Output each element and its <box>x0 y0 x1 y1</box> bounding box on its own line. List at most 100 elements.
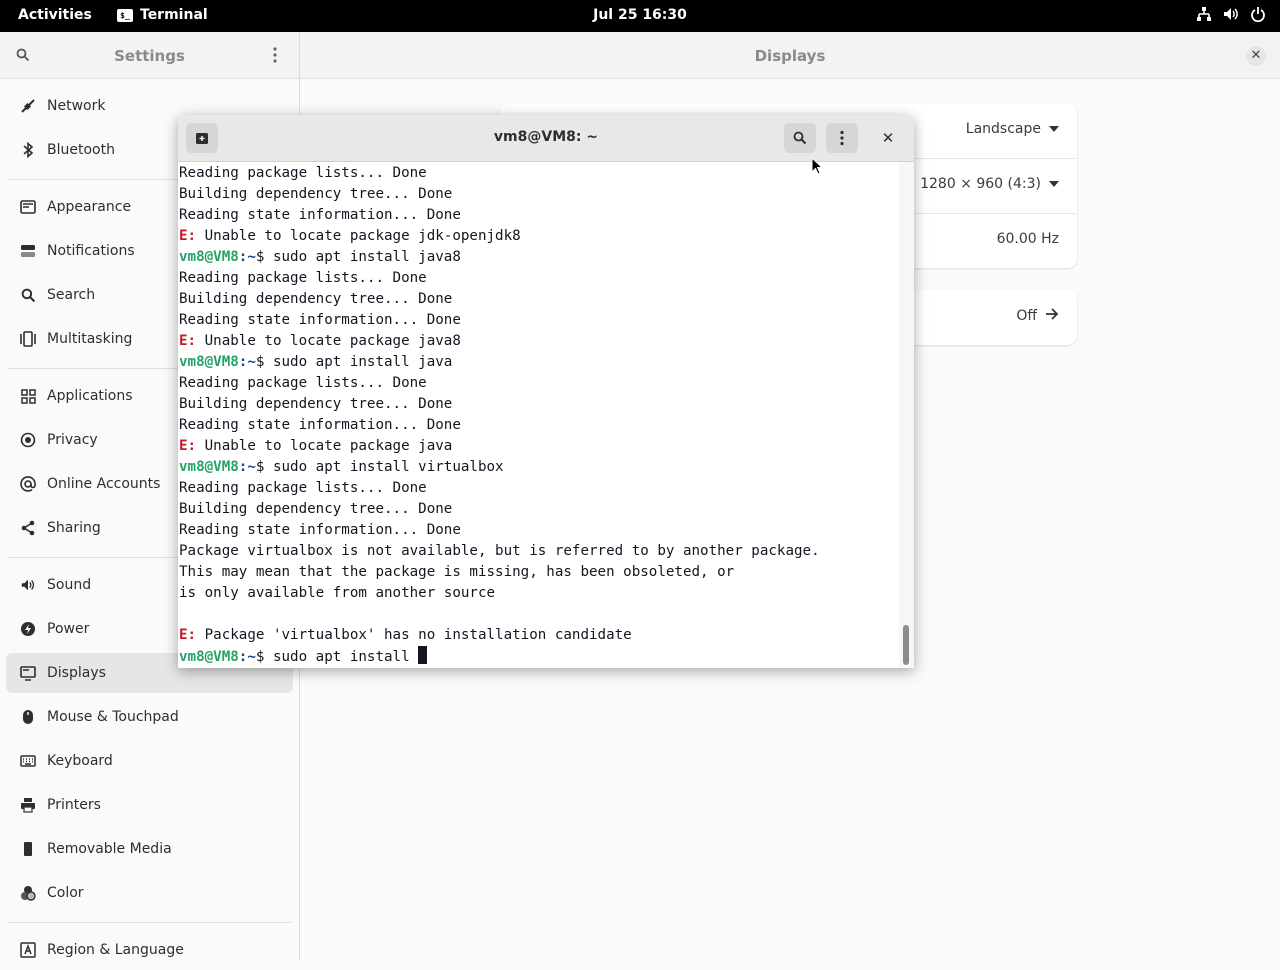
prompt-user: vm8@VM8 <box>179 459 239 475</box>
privacy-icon <box>19 431 37 449</box>
sidebar-item-printer[interactable]: Printers <box>6 785 293 825</box>
clock[interactable]: Jul 25 16:30 <box>593 7 687 23</box>
keyboard-icon <box>19 752 37 770</box>
terminal-line: Reading package lists... Done <box>179 270 427 286</box>
resolution-value: 1280 × 960 (4:3) <box>920 176 1041 192</box>
top-bar: Activities $_ Terminal Jul 25 16:30 <box>0 0 1280 32</box>
terminal-line: Reading state information... Done <box>179 417 461 433</box>
displays-header: Displays ✕ <box>300 32 1280 79</box>
terminal-line: vm8@VM8:~$ sudo apt install java8 <box>179 247 461 268</box>
text-cursor <box>418 646 428 664</box>
terminal-line: Building dependency tree... Done <box>179 501 453 517</box>
sidebar-item-keyboard[interactable]: Keyboard <box>6 741 293 781</box>
terminal-line: E: Unable to locate package java8 <box>179 331 461 352</box>
color-icon <box>19 884 37 902</box>
kebab-menu-icon <box>840 130 844 146</box>
error-prefix: E: <box>179 627 197 643</box>
terminal-menu-button[interactable] <box>826 123 858 153</box>
app-menu[interactable]: $_ Terminal <box>117 7 208 23</box>
sidebar-item-label: Region & Language <box>47 942 184 958</box>
terminal-search-button[interactable] <box>784 123 816 153</box>
sidebar-item-label: Applications <box>47 388 133 404</box>
refresh-rate-value: 60.00 Hz <box>996 231 1059 247</box>
error-prefix: E: <box>179 333 197 349</box>
sidebar-item-label: Sharing <box>47 520 101 536</box>
prompt-path: :~ <box>238 459 256 475</box>
error-text: Unable to locate package java <box>196 438 453 454</box>
command-text: $ sudo apt install <box>255 649 419 665</box>
sidebar-item-label: Printers <box>47 797 101 813</box>
system-tray[interactable] <box>1196 6 1266 22</box>
error-text: Unable to locate package jdk-openjdk8 <box>196 228 521 244</box>
terminal-line: vm8@VM8:~$ sudo apt install virtualbox <box>179 457 504 478</box>
sidebar-item-label: Power <box>47 621 90 637</box>
sidebar-item-region-language[interactable]: Region & Language <box>6 930 293 970</box>
orientation-value: Landscape <box>965 121 1041 137</box>
arrow-right-icon <box>1045 308 1059 324</box>
sidebar-item-label: Color <box>47 885 84 901</box>
terminal-line: is only available from another source <box>179 585 496 601</box>
terminal-line: Package virtualbox is not available, but… <box>179 543 820 559</box>
settings-title: Settings <box>114 47 185 65</box>
search-icon <box>19 286 37 304</box>
sidebar-item-label: Appearance <box>47 199 132 215</box>
close-icon[interactable]: ✕ <box>878 128 898 148</box>
removable-media-icon <box>19 840 37 858</box>
activities-button[interactable]: Activities <box>18 7 92 23</box>
prompt-user: vm8@VM8 <box>179 354 239 370</box>
dropdown-arrow-icon <box>1049 181 1059 187</box>
command-text: $ sudo apt install java <box>255 354 453 370</box>
bluetooth-icon <box>19 141 37 159</box>
sidebar-item-label: Mouse & Touchpad <box>47 709 179 725</box>
app-menu-label: Terminal <box>140 7 208 23</box>
panel-title: Displays <box>754 47 826 65</box>
terminal-line: Reading state information... Done <box>179 207 461 223</box>
scrollbar-thumb[interactable] <box>903 625 909 665</box>
prompt-user: vm8@VM8 <box>179 649 239 665</box>
terminal-line: vm8@VM8:~$ sudo apt install <box>179 646 428 667</box>
mouse-icon <box>19 708 37 726</box>
kebab-menu-icon[interactable] <box>271 46 279 68</box>
sidebar-item-label: Displays <box>47 665 106 681</box>
appearance-icon <box>19 198 37 216</box>
dropdown-arrow-icon <box>1049 126 1059 132</box>
sidebar-item-label: Notifications <box>47 243 135 259</box>
sidebar-item-label: Sound <box>47 577 92 593</box>
terminal-line: Building dependency tree... Done <box>179 396 453 412</box>
volume-icon <box>1222 6 1240 22</box>
power-menu-icon <box>1250 6 1266 22</box>
terminal-output[interactable]: Reading package lists... Done Building de… <box>179 163 899 668</box>
terminal-line: Reading package lists... Done <box>179 375 427 391</box>
sidebar-item-label: Multitasking <box>47 331 133 347</box>
terminal-line: Reading state information... Done <box>179 522 461 538</box>
command-text: $ sudo apt install virtualbox <box>255 459 504 475</box>
sidebar-item-label: Removable Media <box>47 841 172 857</box>
sidebar-item-label: Online Accounts <box>47 476 161 492</box>
sidebar-item-mouse[interactable]: Mouse & Touchpad <box>6 697 293 737</box>
sidebar-item-label: Bluetooth <box>47 142 115 158</box>
sound-icon <box>19 576 37 594</box>
close-icon[interactable]: ✕ <box>1246 46 1266 66</box>
terminal-line: E: Unable to locate package jdk-openjdk8 <box>179 226 521 247</box>
prompt-path: :~ <box>238 649 256 665</box>
printer-icon <box>19 796 37 814</box>
terminal-app-icon: $_ <box>117 8 133 22</box>
search-icon <box>793 131 807 145</box>
online-accounts-icon <box>19 475 37 493</box>
sidebar-item-color[interactable]: Color <box>6 873 293 913</box>
prompt-path: :~ <box>238 249 256 265</box>
notifications-icon <box>19 242 37 260</box>
region-language-icon <box>19 941 37 959</box>
scrollbar-track[interactable] <box>899 162 914 668</box>
prompt-user: vm8@VM8 <box>179 249 239 265</box>
terminal-line: vm8@VM8:~$ sudo apt install java <box>179 352 452 373</box>
sidebar-item-removable-media[interactable]: Removable Media <box>6 829 293 869</box>
sidebar-separator <box>8 922 291 923</box>
terminal-titlebar[interactable]: vm8@VM8: ~ ✕ <box>178 115 914 162</box>
settings-header: Settings <box>0 32 299 79</box>
sidebar-item-label: Search <box>47 287 96 303</box>
sidebar-item-label: Privacy <box>47 432 98 448</box>
terminal-window[interactable]: vm8@VM8: ~ ✕ Reading package lists... Do… <box>178 115 914 668</box>
sidebar-item-label: Network <box>47 98 106 114</box>
displays-icon <box>19 664 37 682</box>
